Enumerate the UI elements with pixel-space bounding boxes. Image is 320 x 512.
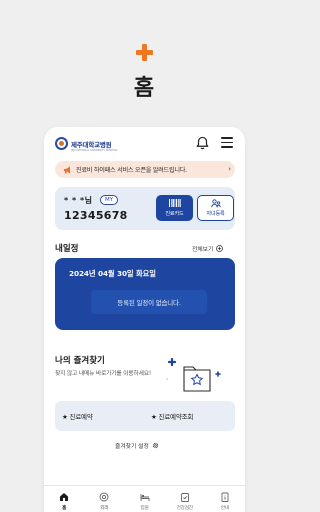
- schedule-empty-message: 등록된 일정이 없습니다.: [91, 290, 207, 314]
- favorites-title: 나의 즐겨찾기: [55, 356, 105, 366]
- schedule-date: 2024년 04월 30일 화요일: [69, 269, 156, 278]
- nav-checkup-label: 건강검진: [176, 506, 193, 511]
- info-icon: [221, 492, 229, 502]
- schedule-title: 내일정: [55, 244, 79, 254]
- app-header: 제주대학교병원 JEJU NATIONAL UNIVERSITY HOSPITA…: [44, 127, 245, 160]
- schedule-card[interactable]: 2024년 04월 30일 화요일 등록된 일정이 없습니다.: [55, 258, 235, 330]
- medical-card-button[interactable]: 진료카드: [156, 195, 193, 221]
- hospital-emblem-icon: [55, 137, 68, 150]
- phone-screen: 제주대학교병원 JEJU NATIONAL UNIVERSITY HOSPITA…: [44, 127, 245, 512]
- nav-checkup[interactable]: 건강검진: [165, 486, 205, 512]
- favorites-settings-link[interactable]: 즐겨찾기 설정: [115, 441, 159, 450]
- notice-text: 진료비 하이패스 서비스 오픈을 알려드립니다.: [76, 167, 187, 174]
- bottom-nav: 홈 외래 입원 건강검진 안내: [44, 485, 245, 512]
- page-title: 홈: [133, 76, 155, 101]
- home-icon: [60, 493, 69, 501]
- logo-subtext: JEJU NATIONAL UNIVERSITY HOSPITAL: [71, 149, 118, 152]
- checkup-icon: [180, 493, 189, 502]
- favorite-item-reservation-lookup[interactable]: ★ 진료예약조회: [151, 411, 193, 421]
- folder-star-icon: [166, 357, 221, 392]
- plus-circle-icon: [216, 245, 224, 252]
- nav-info-label: 안내: [220, 506, 229, 511]
- user-name: * * *님: [64, 196, 93, 205]
- nav-inpatient-label: 입원: [140, 506, 149, 511]
- view-all-label: 전체보기: [192, 247, 214, 253]
- nav-info[interactable]: 안내: [205, 486, 245, 512]
- outpatient-icon: [99, 492, 109, 502]
- plus-icon: [136, 44, 153, 61]
- gear-icon: [152, 442, 159, 449]
- child-register-button[interactable]: 자녀등록: [197, 195, 234, 221]
- nav-home-label: 홈: [62, 506, 67, 511]
- nav-outpatient[interactable]: 외래: [84, 486, 124, 512]
- user-card: * * *님 MY 12345678 진료카드 자녀등록: [55, 187, 235, 230]
- bell-icon[interactable]: [196, 136, 209, 150]
- logo-text: 제주대학교병원: [71, 140, 112, 149]
- nav-outpatient-label: 외래: [100, 506, 109, 511]
- bed-icon: [140, 494, 149, 501]
- patient-number: 12345678: [64, 209, 128, 222]
- megaphone-icon: [64, 166, 70, 173]
- barcode-icon: [168, 199, 181, 207]
- chevron-right-icon: ›: [228, 165, 231, 173]
- view-all-link[interactable]: 전체보기: [192, 244, 224, 253]
- nav-inpatient[interactable]: 입원: [124, 486, 164, 512]
- child-user-icon: [210, 199, 221, 208]
- menu-icon[interactable]: [221, 137, 233, 149]
- medical-card-label: 진료카드: [165, 211, 184, 217]
- favorites-box: ★ 진료예약 ★ 진료예약조회: [55, 401, 235, 431]
- my-badge[interactable]: MY: [100, 195, 119, 205]
- favorite-item-reservation[interactable]: ★ 진료예약: [62, 411, 93, 421]
- favorites-settings-label: 즐겨찾기 설정: [115, 444, 149, 450]
- favorites-description: 찾지 않고 내메뉴 바로가기를 이용하세요!: [55, 371, 151, 377]
- notice-banner[interactable]: 진료비 하이패스 서비스 오픈을 알려드립니다. ›: [55, 161, 235, 178]
- nav-home[interactable]: 홈: [44, 486, 84, 512]
- child-register-label: 자녀등록: [206, 211, 225, 217]
